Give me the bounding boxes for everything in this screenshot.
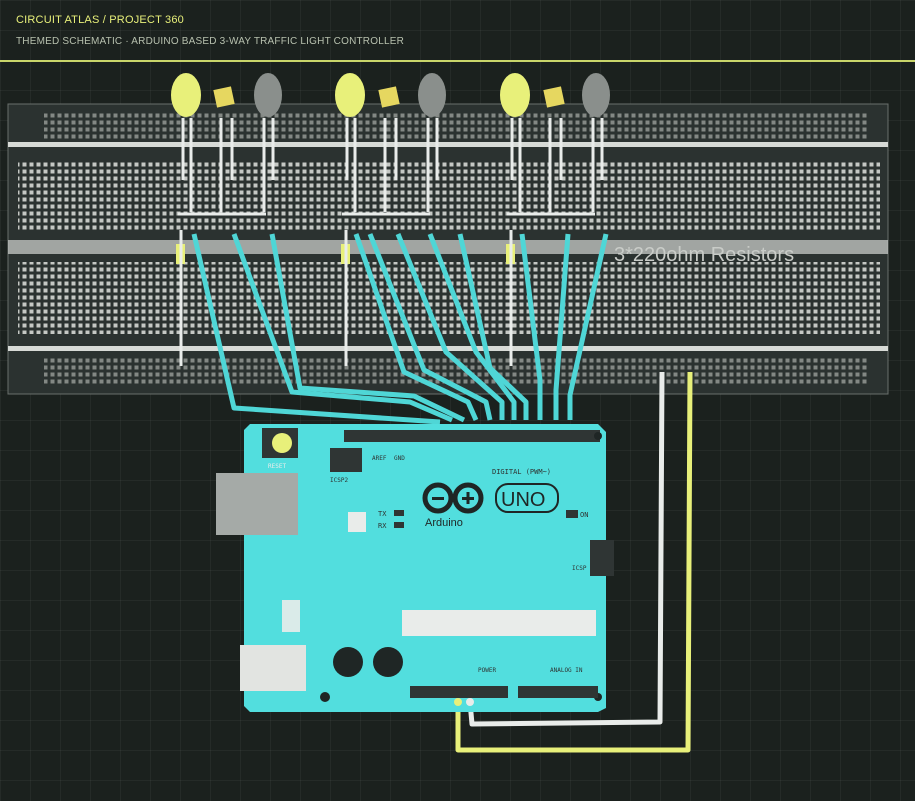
- reset-button[interactable]: [272, 433, 292, 453]
- digital-header: [344, 430, 600, 442]
- usb-port: [216, 473, 298, 535]
- capacitor: [333, 647, 363, 677]
- breadboard-top-terminal: [18, 160, 880, 232]
- icsp2-header: [330, 448, 362, 472]
- breadboard-top-rail: [44, 112, 868, 140]
- microcontroller-chip: [402, 610, 596, 636]
- gnd-label: GND: [394, 455, 405, 462]
- power-label: POWER: [478, 667, 496, 674]
- aref-label: AREF: [372, 455, 387, 462]
- led-grey: [582, 73, 610, 117]
- arduino-board: RESET ICSP2 AREF GND DIGITAL (PWM~) UNO …: [216, 424, 614, 712]
- analog-header: [518, 686, 598, 698]
- icsp-label: ICSP: [572, 565, 587, 572]
- reset-label: RESET: [268, 463, 286, 470]
- icsp2-label: ICSP2: [330, 477, 348, 484]
- capacitor: [373, 647, 403, 677]
- on-label: ON: [580, 511, 588, 519]
- led-grey: [418, 73, 446, 117]
- power-header: [410, 686, 508, 698]
- icsp-header: [590, 540, 614, 576]
- rx-label: RX: [378, 522, 387, 530]
- schematic-diagram: 3*220ohm Resistors RESET ICSP2 AREF GND …: [7, 73, 889, 753]
- led-yellow: [335, 73, 365, 117]
- led-yellow: [171, 73, 201, 117]
- uno-logo: UNO: [501, 489, 545, 511]
- power-jack: [240, 645, 306, 691]
- resistors-annotation: 3*220ohm Resistors: [614, 244, 794, 266]
- led-yellow: [500, 73, 530, 117]
- digital-label: DIGITAL (PWM~): [492, 468, 551, 476]
- analog-label: ANALOG IN: [550, 667, 583, 674]
- tx-label: TX: [378, 510, 387, 518]
- breadboard-bottom-terminal: [18, 262, 880, 334]
- arduino-brand: Arduino: [425, 517, 463, 529]
- led-grey: [254, 73, 282, 117]
